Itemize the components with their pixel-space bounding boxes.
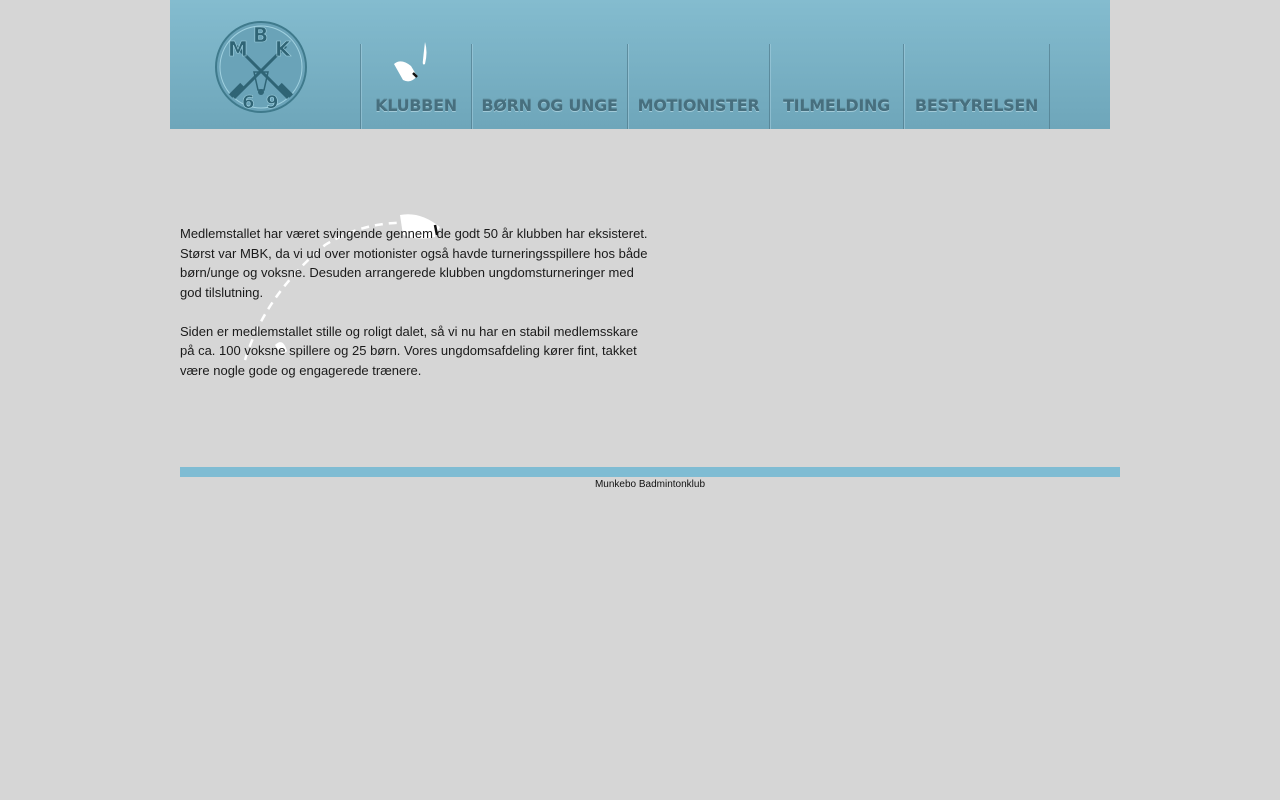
- nav-label-bestyrelsen: BESTYRELSEN: [914, 96, 1039, 115]
- site-header: M B K 6 9 KLUBBEN BØRN OG UNGE MOTIONIST…: [170, 0, 1110, 129]
- nav-label-klubben: KLUBBEN: [375, 96, 457, 115]
- main-nav: KLUBBEN BØRN OG UNGE MOTIONISTER TILMELD…: [360, 42, 1050, 129]
- nav-label-motionister: MOTIONISTER: [637, 96, 760, 115]
- body-paragraph-2: Siden er medlemstallet stille og roligt …: [180, 323, 639, 378]
- nav-item-bestyrelsen[interactable]: BESTYRELSEN: [903, 44, 1050, 129]
- nav-item-born-og-unge[interactable]: BØRN OG UNGE: [471, 44, 627, 129]
- logo-letter-k: K: [275, 37, 292, 61]
- logo-letter-b: B: [253, 23, 268, 47]
- body-paragraph-1: Medlemstallet har været svingende gennem…: [180, 226, 648, 300]
- shuttlecock-icon: [394, 42, 427, 82]
- logo-digit-9: 9: [266, 92, 279, 113]
- logo-letter-m: M: [228, 37, 248, 61]
- nav-item-klubben[interactable]: KLUBBEN: [360, 42, 471, 129]
- club-logo[interactable]: M B K 6 9: [214, 20, 308, 114]
- nav-label-tilmelding: TILMELDING: [783, 96, 890, 115]
- nav-item-tilmelding[interactable]: TILMELDING: [769, 44, 903, 129]
- footer-bar: [180, 467, 1120, 477]
- main-content: Medlemstallet har været svingende gennem…: [180, 224, 650, 400]
- footer-text: Munkebo Badmintonklub: [594, 479, 706, 490]
- nav-item-motionister[interactable]: MOTIONISTER: [627, 44, 769, 129]
- logo-digit-6: 6: [242, 92, 255, 113]
- nav-label-born-og-unge: BØRN OG UNGE: [481, 96, 618, 115]
